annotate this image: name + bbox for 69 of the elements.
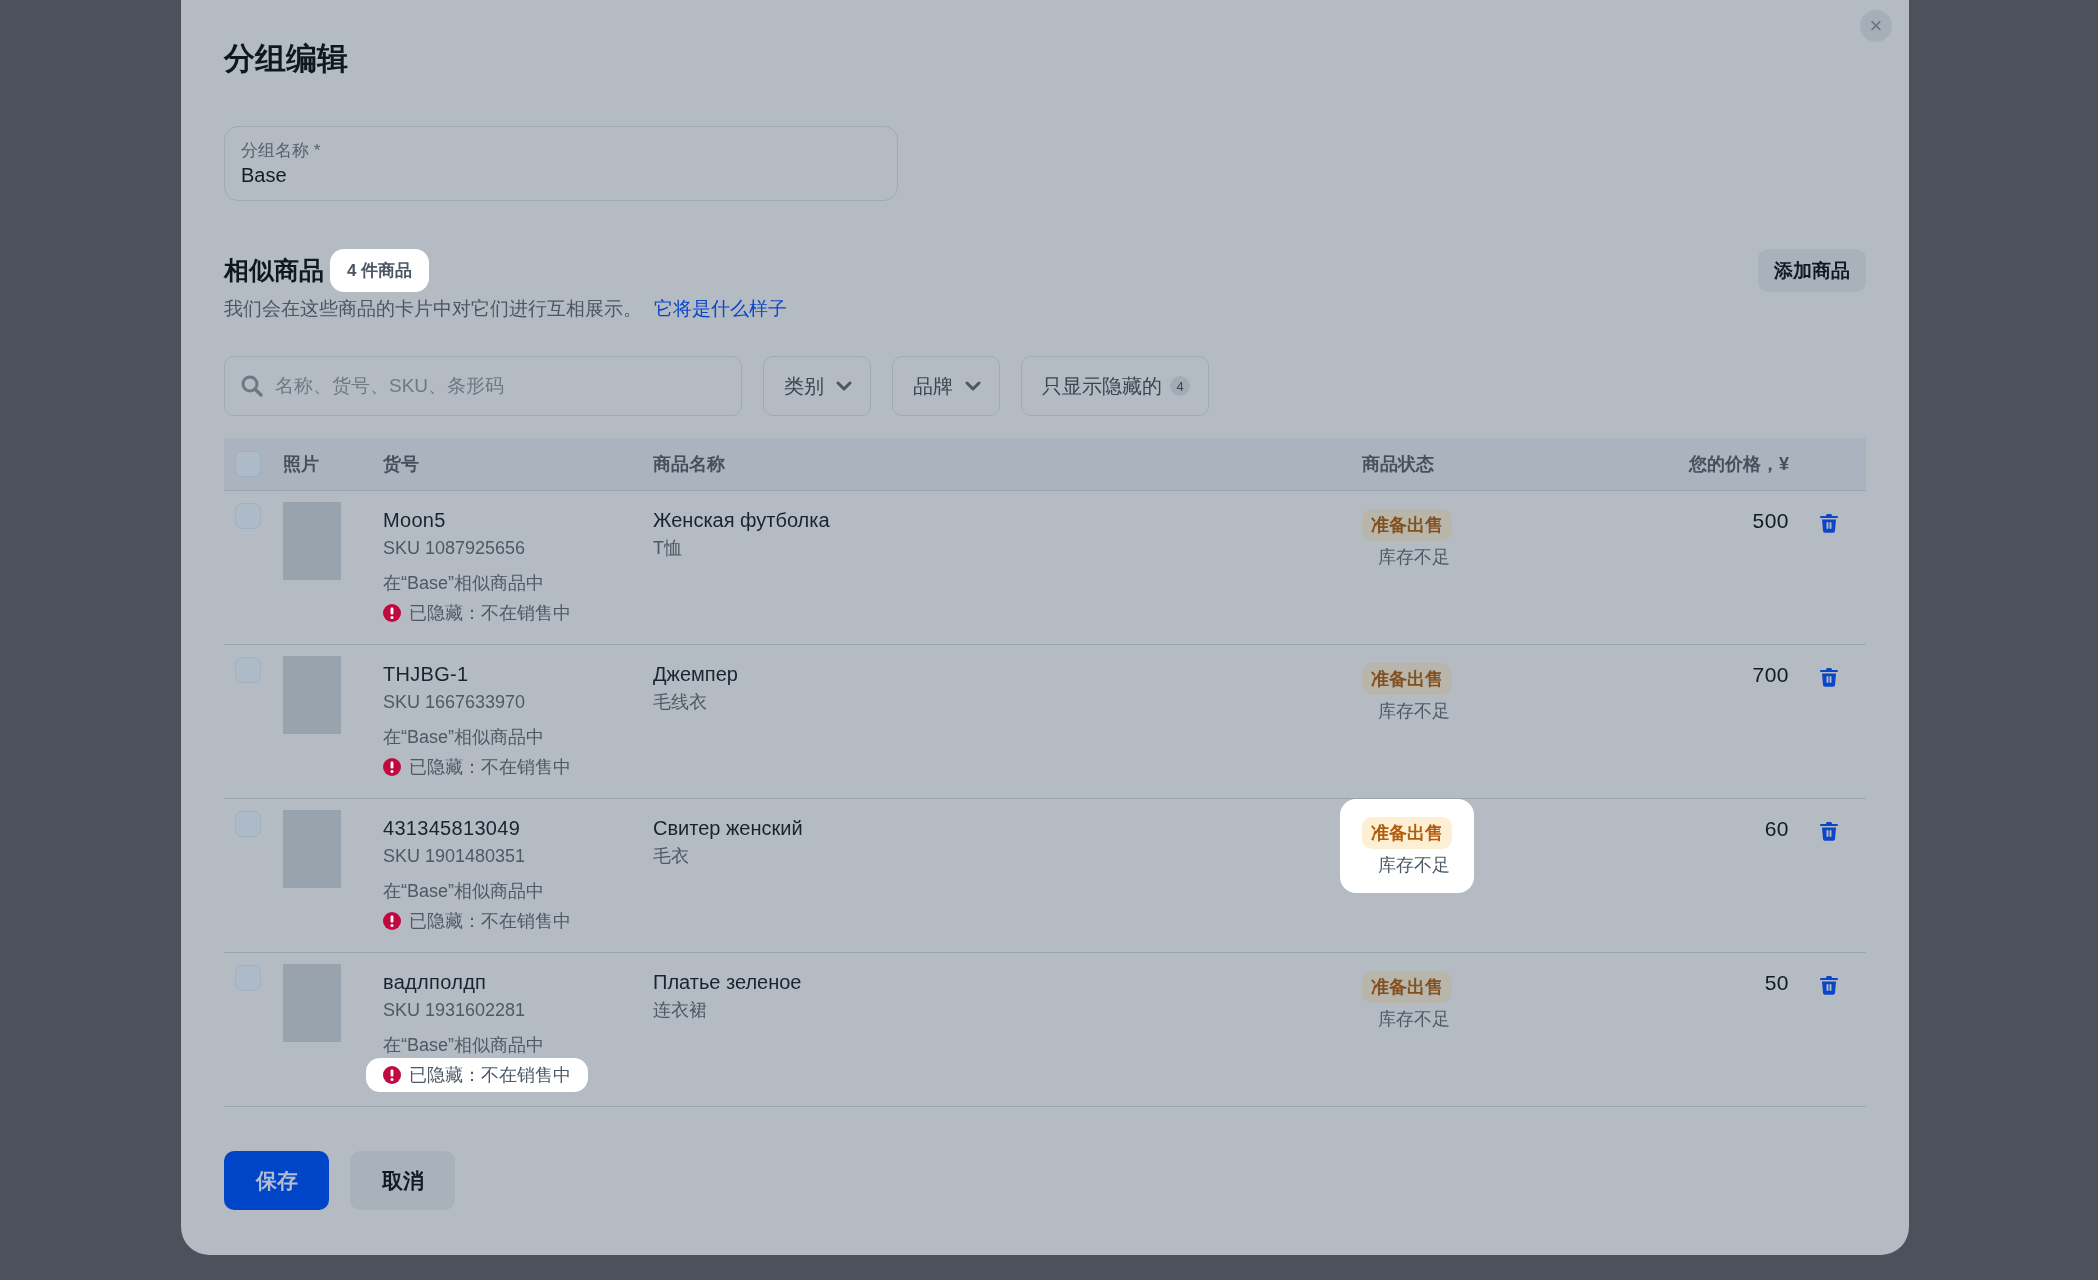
product-name: Джемпер — [653, 663, 739, 686]
hidden-status-text: 已隐藏：不在销售中 — [409, 602, 571, 625]
trash-icon[interactable] — [1820, 821, 1838, 841]
status-tag: 准备出售 — [1362, 663, 1452, 695]
stock-note: 库存不足 — [1377, 546, 1450, 569]
sku-text: SKU 1931602281 — [383, 1000, 527, 1021]
section-description: 我们会在这些商品的卡片中对它们进行互相展示。 它将是什么样子 — [224, 297, 787, 321]
column-header: 您的价格，¥ — [1687, 453, 1789, 476]
hidden-status-text: 已隐藏：不在销售中 — [409, 1064, 571, 1087]
stock-note: 库存不足 — [1377, 700, 1450, 723]
price-cell-text: 500 — [1751, 508, 1789, 533]
article-number: вадлполдп — [383, 971, 488, 994]
search-icon — [241, 375, 263, 397]
search-input[interactable]: 名称、货号、SKU、条形码 — [273, 374, 725, 398]
group-note: 在“Base”相似商品中 — [383, 1034, 545, 1057]
filter-dropdown[interactable]: 品牌 — [892, 356, 1000, 416]
stock-note: 库存不足 — [1377, 854, 1450, 877]
hidden-status-text: 已隐藏：不在销售中 — [409, 910, 571, 933]
trash-icon[interactable] — [1820, 513, 1838, 533]
count-badge: 4 件商品 — [330, 249, 430, 292]
price-cell-text: 60 — [1763, 816, 1789, 841]
price-cell-text: 700 — [1751, 662, 1789, 687]
product-category: 毛衣 — [653, 845, 690, 868]
count-badge: 4 — [1170, 376, 1190, 396]
product-category: T恤 — [653, 537, 683, 560]
trash-icon[interactable] — [1820, 667, 1838, 687]
hidden-status-text: 已隐藏：不在销售中 — [409, 756, 571, 779]
price-cell-text: 50 — [1763, 970, 1789, 995]
trash-icon[interactable] — [1820, 975, 1838, 995]
preview-link[interactable]: 它将是什么样子 — [654, 298, 787, 319]
chevron-down-icon — [836, 381, 852, 391]
group-note: 在“Base”相似商品中 — [383, 726, 545, 749]
column-header: 货号 — [383, 453, 420, 476]
field-label: 分组名称 * — [241, 140, 322, 162]
save-button[interactable]: 保存 — [224, 1151, 329, 1210]
status-tag: 准备出售 — [1362, 817, 1452, 849]
filter-dropdown[interactable]: 类别 — [763, 356, 871, 416]
alert-icon — [383, 912, 401, 930]
column-header: 商品状态 — [1362, 453, 1435, 476]
alert-icon — [383, 1066, 401, 1084]
chevron-down-icon — [965, 381, 981, 391]
section-title: 相似商品 — [224, 255, 324, 286]
group-note: 在“Base”相似商品中 — [383, 572, 545, 595]
sku-text: SKU 1901480351 — [383, 846, 527, 867]
alert-icon — [383, 604, 401, 622]
hidden-only-filter[interactable]: 只显示隐藏的 4 — [1021, 356, 1209, 416]
stock-note: 库存不足 — [1377, 1008, 1450, 1031]
product-name: Платье зеленое — [653, 971, 803, 994]
article-number: THJBG-1 — [383, 663, 470, 686]
search-field[interactable]: 名称、货号、SKU、条形码 — [224, 356, 742, 416]
alert-icon — [383, 758, 401, 776]
product-name: Женская футболка — [653, 509, 831, 532]
sku-text: SKU 1667633970 — [383, 692, 527, 713]
product-category: 连衣裙 — [653, 999, 708, 1022]
article-number: Moon5 — [383, 509, 447, 532]
add-products-button[interactable]: 添加商品 — [1758, 249, 1866, 292]
group-name-input[interactable]: Base — [241, 164, 881, 187]
dialog-title: 分组编辑 — [224, 40, 349, 78]
sku-text: SKU 1087925656 — [383, 538, 527, 559]
status-tag: 准备出售 — [1362, 509, 1452, 541]
group-name-field[interactable]: 分组名称 * Base — [224, 126, 898, 201]
group-note: 在“Base”相似商品中 — [383, 880, 545, 903]
product-category: 毛线衣 — [653, 691, 708, 714]
column-header: 照片 — [283, 453, 320, 476]
status-tag: 准备出售 — [1362, 971, 1452, 1003]
column-header: 商品名称 — [653, 453, 726, 476]
article-number: 431345813049 — [383, 817, 522, 840]
product-name: Свитер женский — [653, 817, 804, 840]
cancel-button[interactable]: 取消 — [350, 1151, 455, 1210]
